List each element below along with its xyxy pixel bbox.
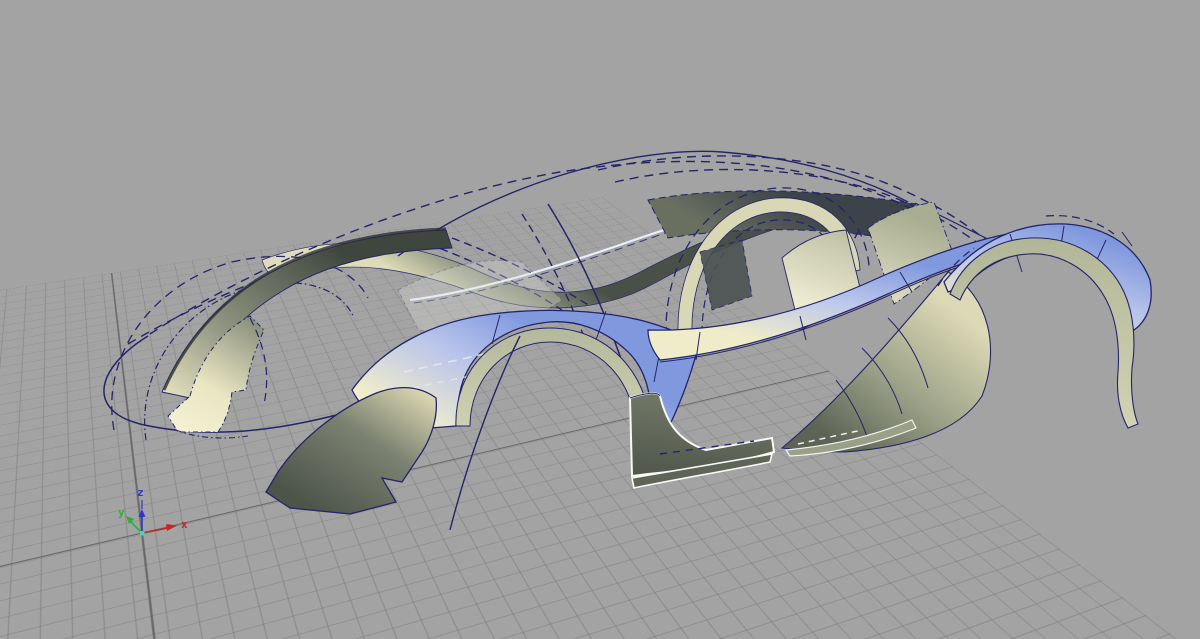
axis-gizmo: x y z [118,486,188,536]
x-axis-arrow [166,524,177,531]
z-axis-arrow [139,509,146,517]
front-splitter-surface[interactable] [266,388,436,514]
z-axis-label: z [137,486,144,499]
origin-point [140,531,145,536]
x-axis-label: x [181,518,188,531]
y-axis-label: y [118,506,125,519]
viewport-3d[interactable]: x y z [0,0,1200,639]
car-surface-model[interactable]: x y z [0,0,1200,639]
rocker-panel-selected[interactable] [630,393,774,488]
